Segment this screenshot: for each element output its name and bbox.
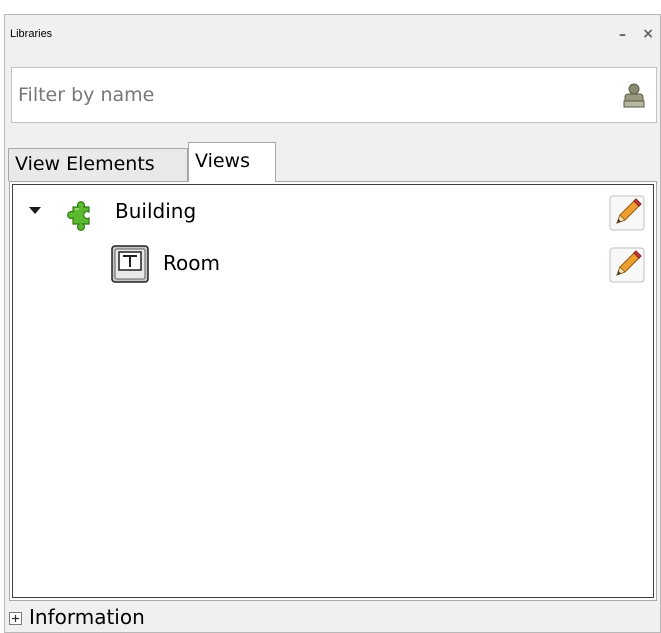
panel-title: Libraries [10,28,53,40]
filter-input[interactable] [12,68,608,122]
tree-item-label: Room [163,251,220,275]
expand-arrow-icon[interactable] [29,207,41,214]
pencil-edit-icon[interactable] [609,247,645,283]
close-button[interactable]: × [642,27,654,41]
views-tree: Building Room [9,181,657,601]
filter-field [11,67,657,123]
tab-view-elements[interactable]: View Elements [8,148,188,181]
user-filter-icon[interactable] [622,82,646,108]
tree-item-room[interactable]: Room [13,245,653,289]
text-frame-icon [111,245,149,283]
minimize-button[interactable]: – [619,28,626,42]
information-toggle[interactable]: Information [29,605,145,629]
tree-item-building[interactable]: Building [13,193,653,237]
panel-titlebar: Libraries – × [5,15,660,53]
library-tabs: View Elements Views [5,140,660,182]
tree-item-label: Building [115,199,197,223]
information-section: Information [5,601,660,633]
pencil-edit-icon[interactable] [609,195,645,231]
tree-list: Building Room [12,184,654,598]
libraries-panel: Libraries – × View Elements Views Buildi… [4,14,661,633]
puzzle-piece-icon [67,201,90,231]
tab-views[interactable]: Views [188,142,276,182]
plus-box-icon[interactable] [9,612,22,625]
